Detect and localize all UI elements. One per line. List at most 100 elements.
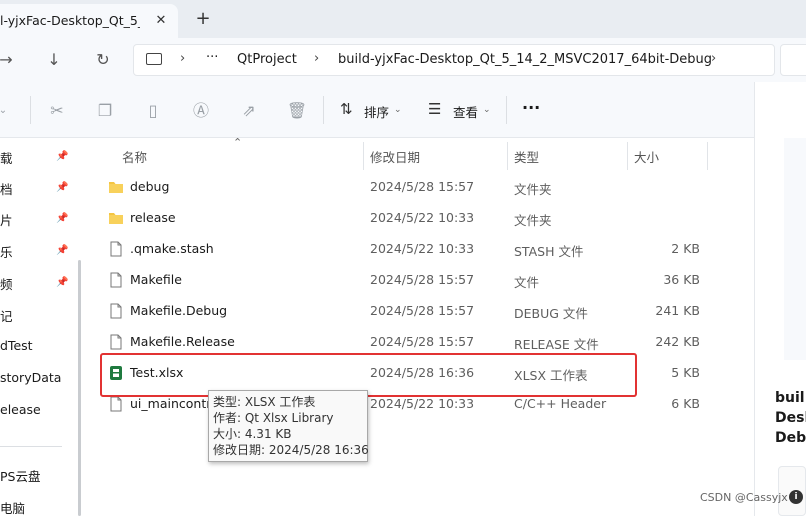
divider [506,96,507,124]
file-name: ui_maincontro [130,396,219,411]
file-date: 2024/5/28 15:57 [370,179,475,194]
navigation-pane: 载 📌 档 📌 片 📌 乐 📌 频 📌 记 dTest storyData elease … [0,138,88,516]
chevron-down-icon: ⌄ [483,105,491,115]
chevron-right-icon[interactable]: › [180,51,185,66]
search-input[interactable] [780,44,806,76]
file-icon [110,241,122,257]
file-type: DEBUG 文件 [514,306,588,321]
column-divider[interactable] [507,142,508,170]
file-icon [110,303,122,319]
sidebar-item-pictures[interactable]: 片 📌 [0,210,72,232]
down-arrow-icon[interactable]: ↓ [42,48,66,72]
file-name: .qmake.stash [130,241,214,256]
chevron-down-icon: ⌄ [394,105,402,115]
details-title: buil Desk Deb [775,388,806,448]
chevron-down-icon[interactable]: ⌄ [0,100,14,122]
breadcrumb-overflow[interactable]: ··· [206,50,218,65]
delete-icon[interactable]: 🗑 [286,100,308,122]
column-header-row: ⌃ 名称 修改日期 类型 大小 [88,136,754,172]
file-tooltip: 类型: XLSX 工作表 作者: Qt Xlsx Library 大小: 4.3… [208,390,369,462]
breadcrumb-qtproject[interactable]: QtProject [237,52,297,67]
address-bar[interactable]: › ··· QtProject › build-yjxFac-Desktop_Q… [133,44,775,76]
details-title-line: buil [775,390,805,406]
watermark: CSDN @Cassyjx [700,491,788,504]
pin-icon: 📌 [56,277,69,288]
file-icon [110,396,122,412]
sidebar-item-documents[interactable]: 档 📌 [0,179,72,201]
tooltip-type: 类型: XLSX 工作表 [213,395,316,409]
file-size: 6 KB [671,396,700,411]
forward-icon[interactable]: → [0,48,18,72]
more-options-button[interactable]: ··· [522,98,540,117]
navigation-bar: → ↓ ↻ › ··· QtProject › build-yjxFac-Des… [0,38,806,82]
breadcrumb-build-folder[interactable]: build-yjxFac-Desktop_Qt_5_14_2_MSVC2017_… [338,52,712,67]
sidebar-item-label: 片 [0,213,13,228]
share-icon[interactable]: ⇗ [238,100,260,122]
sidebar-item-wps-cloud[interactable]: PS云盘 [0,466,72,488]
sort-icon[interactable]: ⇅ [340,100,353,118]
file-date: 2024/5/22 10:33 [370,241,475,256]
file-name: Makefile [130,272,182,287]
column-header-name[interactable]: 名称 [122,147,147,166]
chevron-right-icon[interactable]: › [711,51,716,66]
tab-build-folder[interactable]: l-yjxFac-Desktop_Qt_5_14_ ✕ [0,4,178,38]
close-icon[interactable]: ✕ [151,11,171,31]
file-type: RELEASE 文件 [514,337,599,352]
new-tab-button[interactable]: + [192,8,214,30]
column-header-type[interactable]: 类型 [514,147,539,166]
computer-icon [146,53,162,65]
cut-icon[interactable]: ✂ [46,100,68,122]
divider [0,446,62,447]
file-date: 2024/5/22 10:33 [370,396,475,411]
sidebar-item-dtest[interactable]: dTest [0,338,72,360]
file-row-makefile-debug[interactable]: Makefile.Debug 2024/5/28 15:57 DEBUG 文件 … [88,296,754,327]
file-type: 文件夹 [514,213,552,228]
file-size: 242 KB [655,334,700,349]
paste-icon[interactable]: ▯ [142,100,164,122]
refresh-icon[interactable]: ↻ [91,48,115,72]
sidebar-item-this-pc[interactable]: 电脑 [0,498,72,516]
file-type: STASH 文件 [514,244,584,259]
view-icon[interactable]: ☰ [428,100,441,118]
copy-icon[interactable]: ❐ [94,100,116,122]
pin-icon: 📌 [56,213,69,224]
column-divider[interactable] [363,142,364,170]
sidebar-item-music[interactable]: 乐 📌 [0,242,72,264]
pin-icon: 📌 [56,245,69,256]
column-divider[interactable] [707,142,708,170]
sidebar-item-downloads[interactable]: 载 📌 [0,148,72,170]
sidebar-item-label: 乐 [0,245,13,260]
file-row-release[interactable]: release 2024/5/22 10:33 文件夹 [88,203,754,234]
file-row-qmake-stash[interactable]: .qmake.stash 2024/5/22 10:33 STASH 文件 2 … [88,234,754,265]
sidebar-item-release[interactable]: elease [0,402,72,424]
divider [323,96,324,124]
file-type: C/C++ Header [514,396,607,411]
file-date: 2024/5/28 15:57 [370,303,475,318]
file-row-debug[interactable]: debug 2024/5/28 15:57 文件夹 [88,172,754,203]
pin-icon: 📌 [56,182,69,193]
sidebar-item-notes[interactable]: 记 [0,306,72,328]
column-divider[interactable] [627,142,628,170]
sidebar-item-label: storyData [0,370,62,385]
view-button[interactable]: 查看 [453,102,478,121]
tooltip-modified: 修改日期: 2024/5/28 16:36 [213,443,369,457]
column-header-date[interactable]: 修改日期 [370,147,420,166]
divider [30,96,31,124]
rename-icon[interactable]: Ⓐ [190,100,212,122]
column-header-size[interactable]: 大小 [634,147,659,166]
sidebar-item-label: PS云盘 [0,469,41,484]
sidebar-item-label: 档 [0,182,13,197]
file-name: debug [130,179,170,194]
file-name: Makefile.Release [130,334,235,349]
command-bar: ⌄ ✂ ❐ ▯ Ⓐ ⇗ 🗑 ⇅ 排序 ⌄ ☰ 查看 ⌄ ··· [0,82,806,138]
sidebar-item-videos[interactable]: 频 📌 [0,274,72,296]
sidebar-item-historydata[interactable]: storyData [0,370,72,392]
file-row-makefile[interactable]: Makefile 2024/5/28 15:57 文件 36 KB [88,265,754,296]
chevron-right-icon[interactable]: › [314,51,319,66]
sort-button[interactable]: 排序 [364,102,389,121]
file-list: ⌃ 名称 修改日期 类型 大小 debug 2024/5/28 15:57 文件… [88,136,754,516]
file-size: 5 KB [671,365,700,380]
scrollbar[interactable] [78,260,81,516]
highlight-box [100,353,637,397]
folder-icon [109,213,123,224]
